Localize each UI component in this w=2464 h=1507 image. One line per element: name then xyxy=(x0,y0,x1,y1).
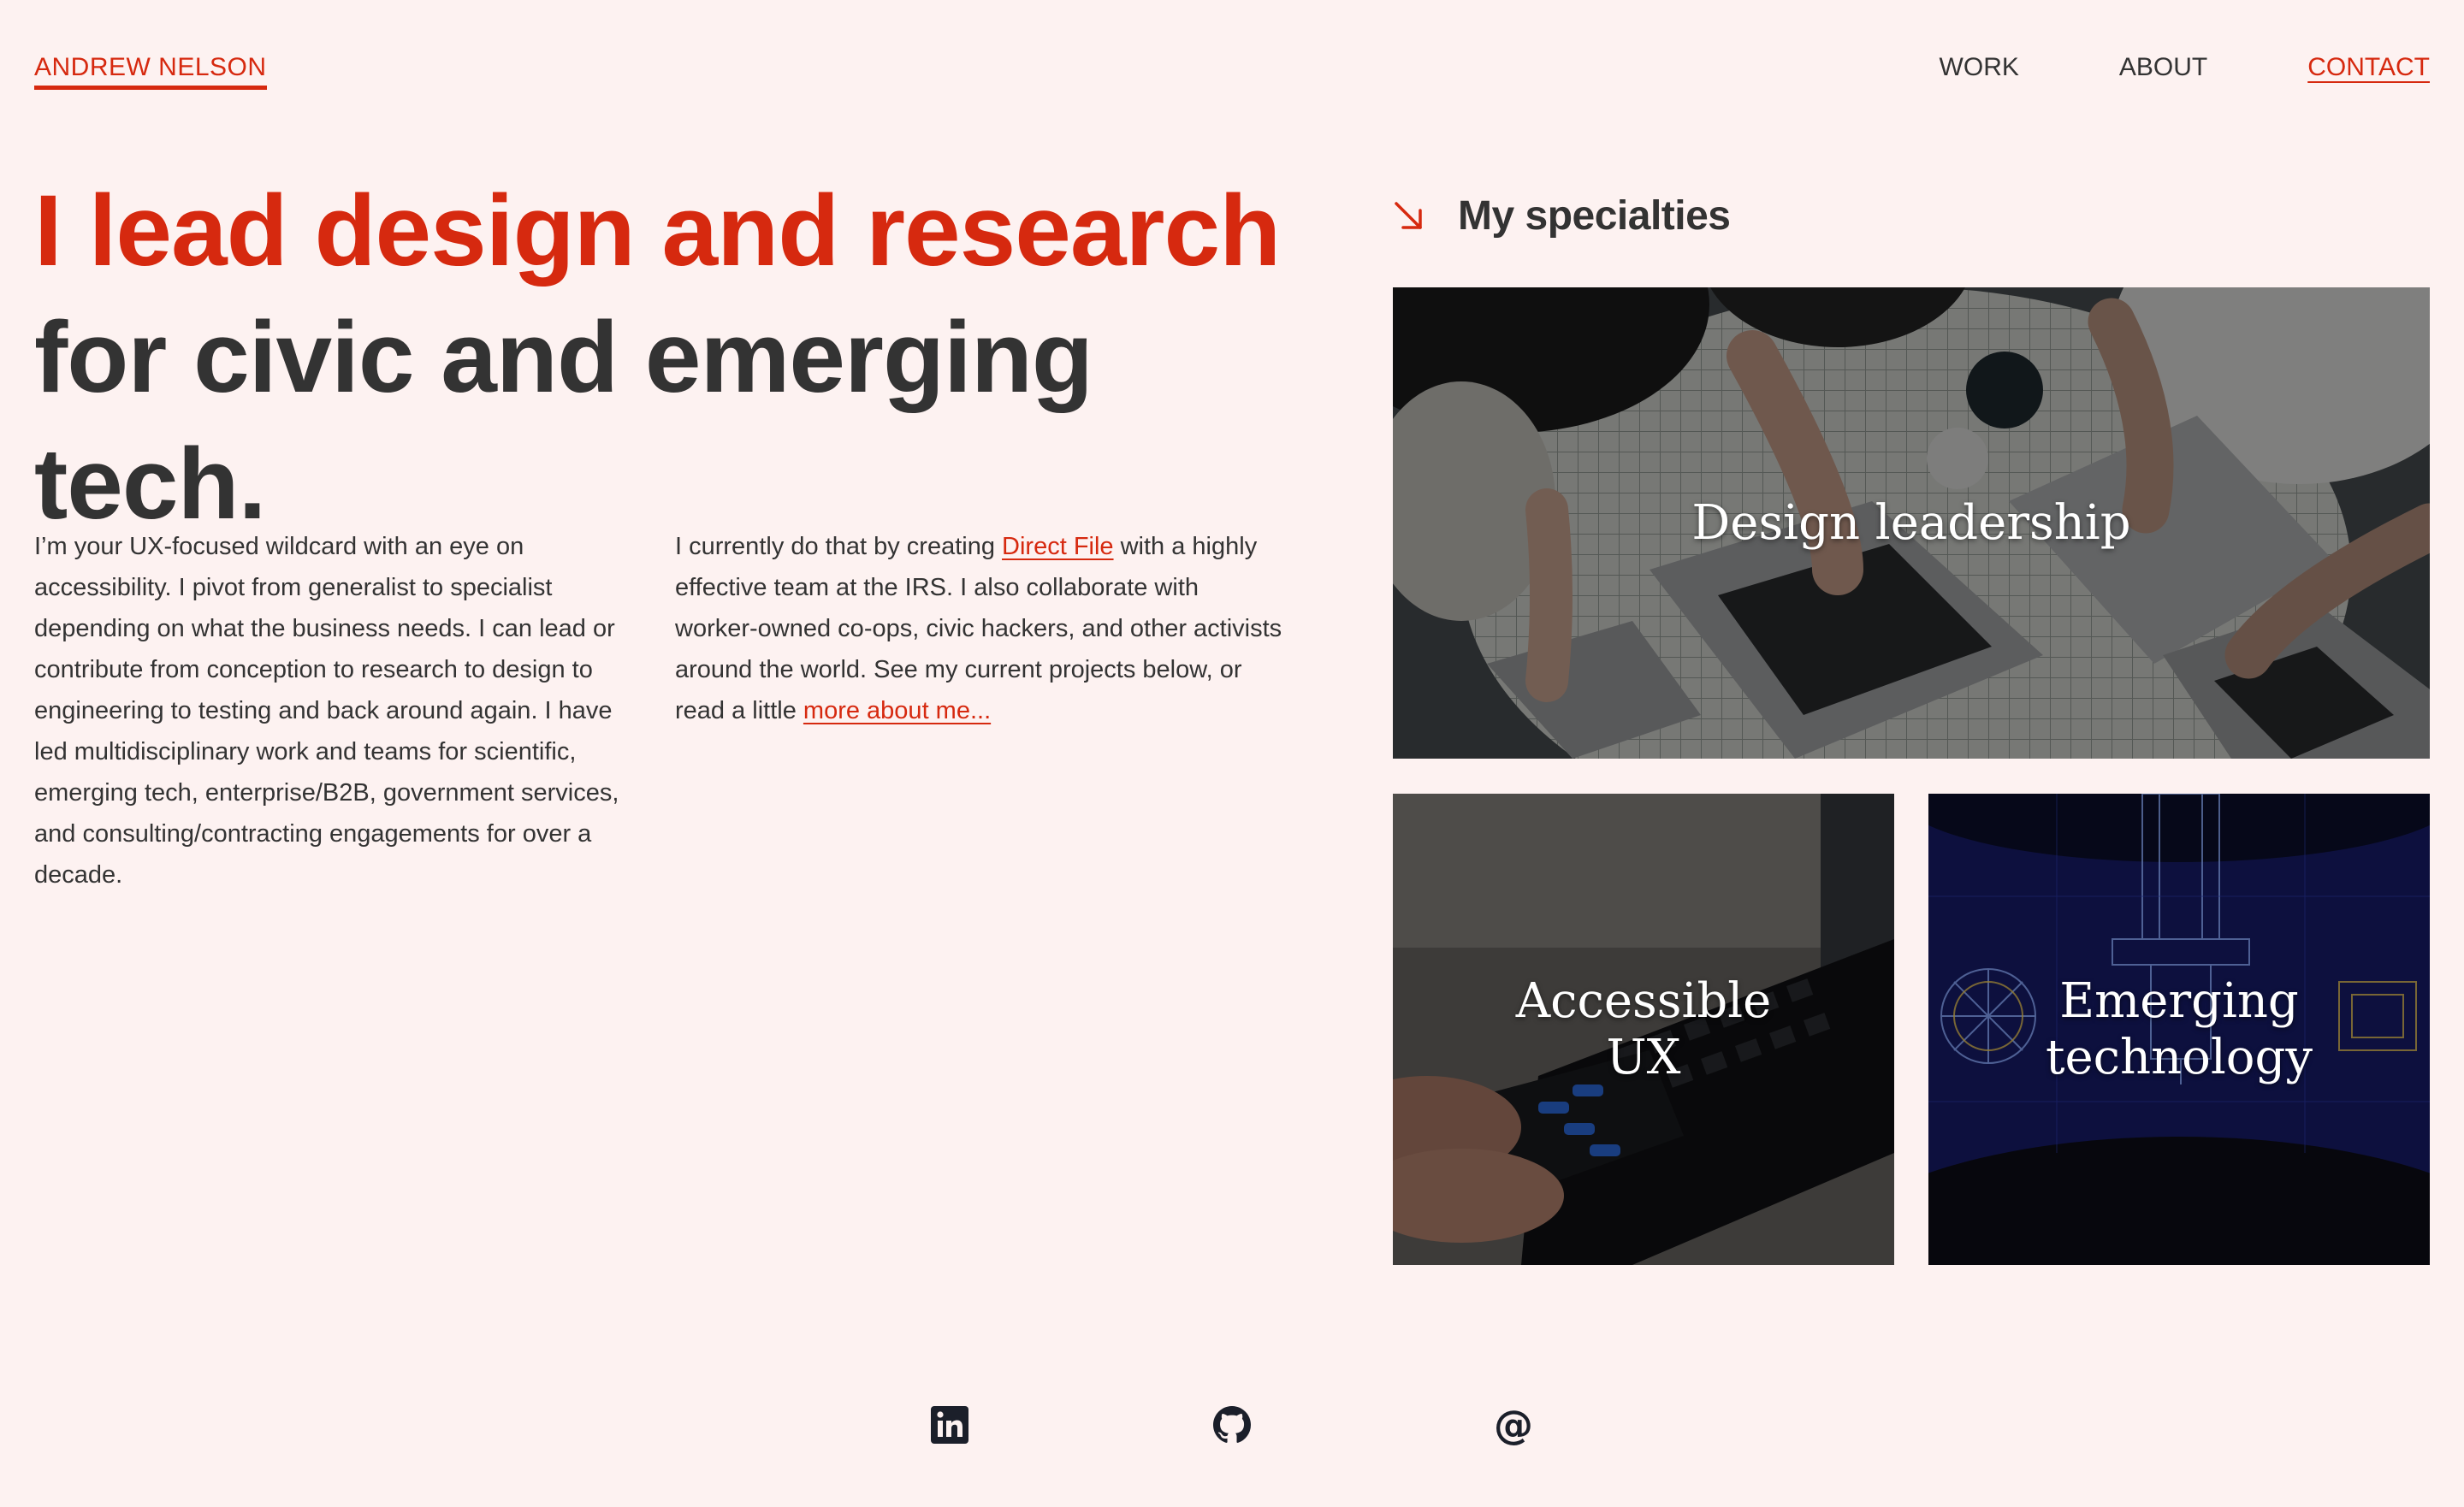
direct-file-link[interactable]: Direct File xyxy=(1002,533,1114,560)
github-link[interactable] xyxy=(1210,1403,1254,1447)
specialty-card-design-leadership[interactable]: Design leadership xyxy=(1393,287,2430,759)
email-link[interactable]: @ xyxy=(1491,1403,1536,1447)
accessible-ux-label: Accessible UX xyxy=(1516,973,1772,1086)
nav-contact-link[interactable]: CONTACT xyxy=(2307,53,2430,82)
accessible-ux-label-line-2: UX xyxy=(1606,1029,1681,1085)
design-leadership-label-line-1: Design leadership xyxy=(1691,494,2131,551)
intro-text-part-1: I currently do that by creating xyxy=(675,533,1003,560)
specialties-header: My specialties xyxy=(1393,190,1731,241)
accessible-ux-label-line-1: Accessible xyxy=(1515,972,1772,1029)
more-about-me-link[interactable]: more about me... xyxy=(803,697,991,724)
hero-heading: I lead design and research for civic and… xyxy=(34,168,1318,547)
hero-line-rest: for civic and emerging tech. xyxy=(34,301,1093,541)
main-nav: WORK ABOUT CONTACT xyxy=(1839,53,2430,82)
site-header: ANDREW NELSON WORK ABOUT CONTACT xyxy=(34,50,2430,98)
intro-paragraph-1: I’m your UX-focused wildcard with an eye… xyxy=(34,533,619,889)
nav-about-link[interactable]: ABOUT xyxy=(2119,53,2207,82)
nav-work-link[interactable]: WORK xyxy=(1940,53,2019,82)
linkedin-link[interactable] xyxy=(927,1403,972,1447)
at-sign-icon: @ xyxy=(1494,1402,1533,1448)
design-leadership-label: Design leadership xyxy=(1691,495,2130,552)
github-icon xyxy=(1213,1406,1251,1443)
specialty-card-accessible-ux[interactable]: Accessible UX xyxy=(1393,794,1894,1265)
emerging-technology-label-line-2: technology xyxy=(2046,1029,2313,1085)
specialties-title: My specialties xyxy=(1458,192,1731,239)
emerging-technology-label: Emerging technology xyxy=(2046,973,2313,1086)
specialty-card-emerging-technology[interactable]: Emerging technology xyxy=(1928,794,2430,1265)
emerging-technology-label-line-1: Emerging xyxy=(2059,972,2299,1029)
arrow-down-right-icon xyxy=(1395,202,1422,229)
intro-text-part-2: with a highly effective team at the IRS.… xyxy=(675,533,1282,724)
site-logo-link[interactable]: ANDREW NELSON xyxy=(34,53,267,90)
linkedin-icon xyxy=(931,1406,968,1444)
hero-line-accent: I lead design and research xyxy=(34,174,1281,287)
intro-paragraph-2: I currently do that by creating Direct F… xyxy=(675,526,1282,731)
